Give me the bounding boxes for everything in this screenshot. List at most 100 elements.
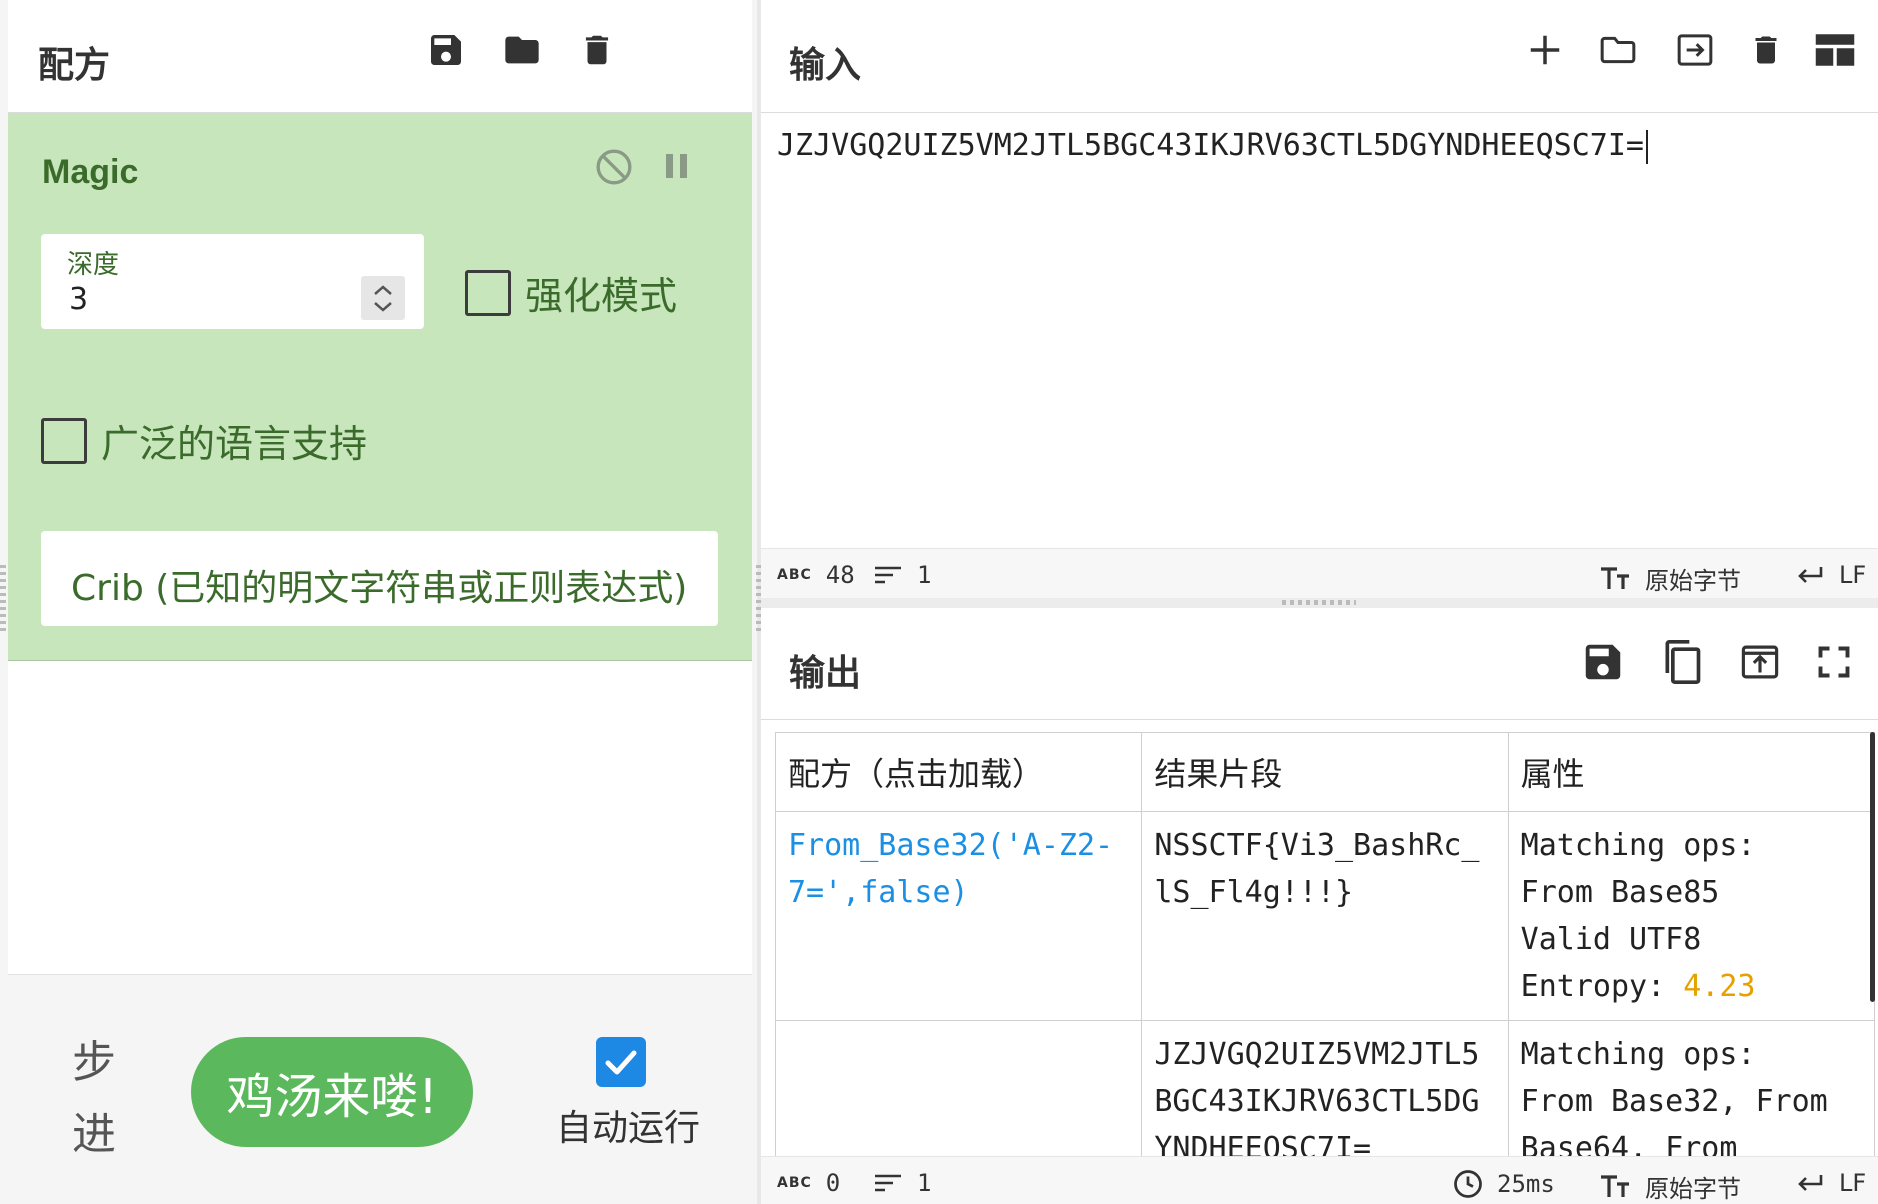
entropy-value: 4.23 [1683,969,1756,1004]
recipe-header: 配方 [8,0,752,113]
input-eol-stat[interactable]: LF [1795,561,1866,589]
recipe-header-icons [426,30,616,70]
extensive-language-label: 广泛的语言支持 [101,422,368,466]
step-button[interactable]: 步进 [66,1027,122,1171]
disable-operation-icon[interactable] [594,147,634,187]
properties-cell: Matching ops: From Base85 Valid UTF8 Ent… [1507,811,1875,1021]
output-header-icons [1580,638,1852,686]
input-panel: 输入 JZJVGQ2UIZ5VM2JTL5BGC43IKJRV63CTL5DGY… [761,0,1878,598]
recipe-controls: 步进 鸡汤来喽! 自动运行 [8,974,752,1204]
table-row: From_Base32('A-Z2-7=',false) NSSCTF{Vi3_… [775,811,1875,1021]
output-panel: 输出 配方（点击加载） 结果片段 属性 From_Base32('A-Z2-7=… [761,608,1878,1204]
input-title: 输入 [789,45,862,86]
column-header-properties: 属性 [1507,732,1875,812]
column-header-result: 结果片段 [1141,732,1509,812]
return-arrow-icon [1795,564,1825,586]
reset-layout-icon[interactable] [1814,32,1856,68]
text-caret [1645,129,1648,164]
bake-button[interactable]: 鸡汤来喽! [191,1037,473,1147]
property-line: Matching ops: [1520,828,1756,863]
lines-icon [873,1172,903,1194]
entropy-line: Entropy: 4.23 [1521,963,1862,1010]
input-encoding: 原始字节 [1645,567,1741,595]
replace-input-icon[interactable] [1738,641,1782,683]
recipe-drop-area[interactable] [8,661,752,974]
bake-time-stat: 25ms [1453,1169,1555,1199]
output-eol: LF [1839,1169,1867,1197]
output-header: 输出 [761,608,1878,720]
magic-operation: Magic 深度 3 强化模式 广泛的语言支持 Crib (已知的明文字符串或正… [8,113,752,661]
copy-output-icon[interactable] [1660,638,1704,686]
bake-time: 25ms [1497,1170,1555,1198]
output-encoding-stat[interactable]: 原始字节 [1599,1169,1741,1204]
intensive-mode-label: 强化模式 [525,274,678,318]
step-button-char: 步 [72,1037,116,1088]
breakpoint-pause-icon[interactable] [664,151,690,181]
open-folder-input-icon[interactable] [1672,30,1718,70]
input-header: 输入 [761,0,1878,113]
input-eol: LF [1839,561,1867,589]
recipe-link[interactable]: From_Base32('A-Z2-7=',false) [775,811,1143,1021]
clear-recipe-trash-icon[interactable] [578,30,616,70]
property-line: Base64, From [1520,1131,1738,1156]
result-snippet: NSSCTF{Vi3_BashRc_lS_Fl4g!!!} [1141,811,1509,1021]
save-recipe-icon[interactable] [426,30,466,70]
recipe-panel: 配方 Magic 深度 3 强化模式 广泛的语言支持 Crib (已知的明文字符… [0,0,757,1204]
text-encoding-icon [1599,1174,1631,1200]
magic-results-table: 配方（点击加载） 结果片段 属性 From_Base32('A-Z2-7=',f… [775,732,1875,1156]
input-text-value: JZJVGQ2UIZ5VM2JTL5BGC43IKJRV63CTL5DGYNDH… [777,128,1644,163]
extensive-language-checkbox[interactable] [41,417,87,464]
load-recipe-folder-icon[interactable] [500,30,544,70]
property-line: Valid UTF8 [1520,922,1702,957]
recipe-title: 配方 [38,45,111,86]
add-tab-plus-icon[interactable] [1526,31,1564,69]
column-header-recipe: 配方（点击加载） [775,732,1143,812]
property-line: Matching ops: [1520,1037,1756,1072]
depth-label: 深度 [67,250,120,280]
auto-bake-checkbox[interactable] [596,1037,646,1087]
maximise-output-icon[interactable] [1816,644,1852,680]
return-arrow-icon [1795,1172,1825,1194]
output-length: 0 [825,1169,841,1197]
input-textarea[interactable]: JZJVGQ2UIZ5VM2JTL5BGC43IKJRV63CTL5DGYNDH… [777,128,1648,164]
crib-input[interactable]: Crib (已知的明文字符串或正则表达式) [41,531,718,626]
input-encoding-stat[interactable]: 原始字节 [1599,561,1741,596]
auto-bake-label: 自动运行 [556,1108,701,1149]
lines-icon [873,564,903,586]
intensive-mode-checkbox[interactable] [465,269,511,316]
operation-title: Magic [42,153,139,191]
input-lines: 1 [917,561,932,589]
input-length-stat: ABC 48 [777,561,855,589]
input-header-icons [1526,30,1856,70]
depth-value[interactable]: 3 [69,282,88,317]
output-eol-stat[interactable]: LF [1795,1169,1866,1197]
property-line: From Base85 [1520,875,1720,910]
output-lines-stat: 1 [873,1169,931,1197]
properties-cell: Matching ops: From Base32, From Base64, … [1507,1020,1875,1156]
clear-input-trash-icon[interactable] [1748,30,1784,70]
table-row: JZJVGQ2UIZ5VM2JTL5BGC43IKJRV63CTL5DGYNDH… [775,1020,1875,1156]
output-lines: 1 [917,1169,932,1197]
input-lines-stat: 1 [873,561,931,589]
result-snippet: JZJVGQ2UIZ5VM2JTL5BGC43IKJRV63CTL5DGYNDH… [1141,1020,1509,1156]
save-output-icon[interactable] [1580,639,1626,685]
intensive-mode-option[interactable]: 强化模式 [465,265,677,320]
depth-stepper[interactable] [361,276,405,320]
depth-field[interactable]: 深度 3 [41,234,424,329]
table-header-row: 配方（点击加载） 结果片段 属性 [775,732,1875,812]
abc-icon: ABC [777,1175,812,1191]
step-button-char: 进 [72,1109,116,1160]
crib-placeholder: Crib (已知的明文字符串或正则表达式) [71,568,688,609]
input-length: 48 [825,561,855,589]
vertical-scrollbar[interactable] [1870,732,1875,1002]
recipe-link[interactable] [775,1020,1143,1156]
output-encoding: 原始字节 [1645,1175,1741,1203]
text-encoding-icon [1599,566,1631,592]
resize-handle-left[interactable] [0,565,6,635]
property-line: From Base32, From [1520,1084,1828,1119]
open-file-folder-icon[interactable] [1594,30,1642,70]
resize-handle-io[interactable] [1282,600,1356,605]
output-length-stat: ABC 0 [777,1169,840,1197]
extensive-language-option[interactable]: 广泛的语言支持 [41,413,367,468]
output-title: 输出 [789,653,862,694]
